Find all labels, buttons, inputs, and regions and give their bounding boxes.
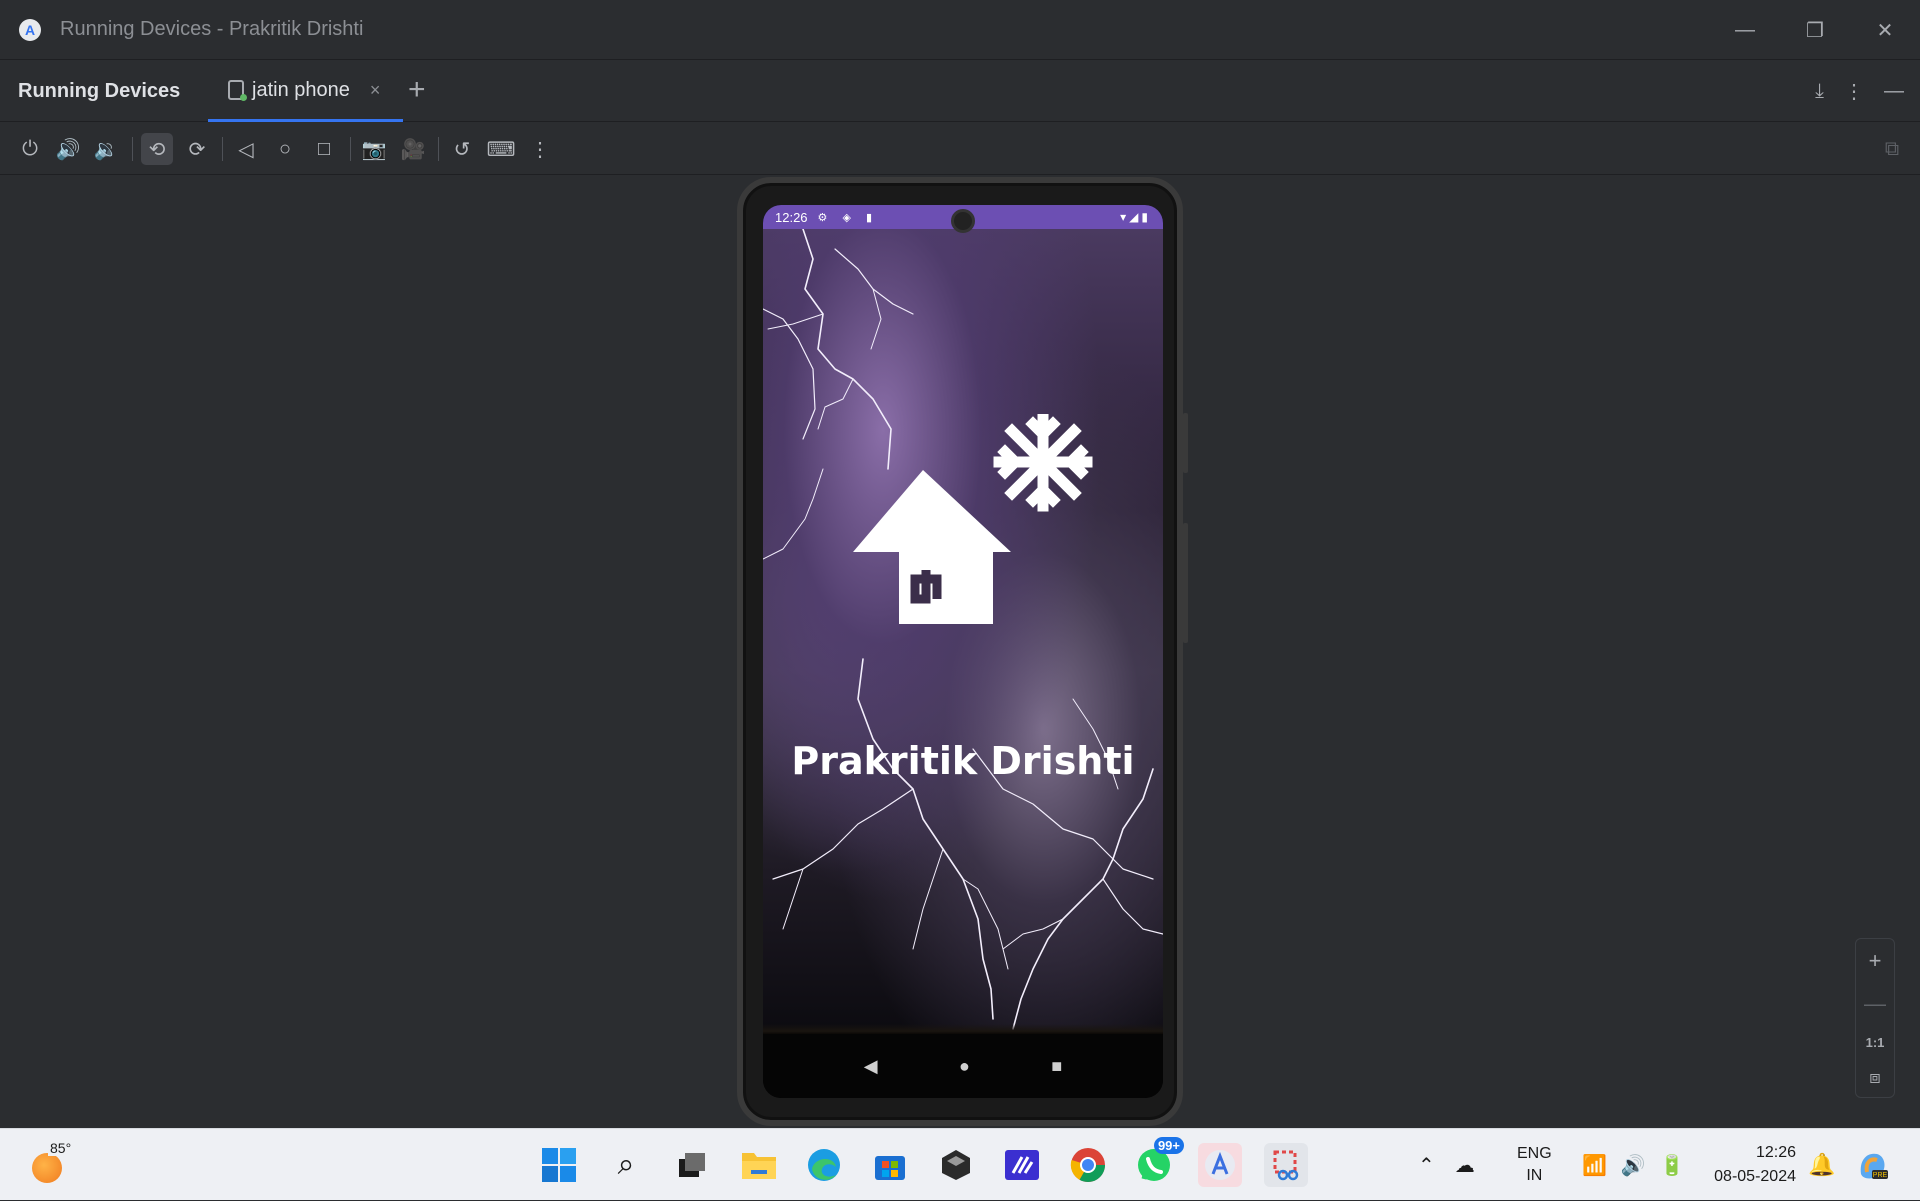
window-title: Running Devices - Prakritik Drishti [60, 18, 364, 40]
back-icon[interactable]: ◁ [230, 133, 262, 165]
clock[interactable]: 12:26 08-05-2024 [1700, 1129, 1796, 1201]
weather-temperature: 85° [48, 1140, 74, 1156]
nav-recents-button[interactable]: ■ [1051, 1056, 1062, 1077]
system-tray: ⌃ ☁ [1418, 1129, 1475, 1201]
lightning-background-image: Prakritik Drishti [763, 229, 1163, 1036]
zoom-in-button[interactable]: + [1869, 948, 1882, 974]
zoom-actual-size-button[interactable]: 1:1 [1866, 1035, 1885, 1050]
toolbar-divider [222, 137, 223, 161]
device-toolbar: ⏻ 🔊 🔉 ⟲ ⟳ ◁ ○ □ 📷 🎥 ↺ ⌨ ⋮ ⧉ [0, 123, 1920, 175]
panel-title: Running Devices [18, 79, 181, 102]
rotate-right-icon[interactable]: ⟳ [181, 133, 213, 165]
tab-jatin-phone[interactable]: jatin phone × [208, 61, 403, 122]
clock-time: 12:26 [1755, 1144, 1796, 1161]
toolbar-divider [132, 137, 133, 161]
battery-icon: 🔋 [1659, 1154, 1685, 1177]
notification-bell-icon[interactable]: 🔔 [1808, 1129, 1835, 1201]
wifi-icon: 📶 [1582, 1154, 1607, 1177]
svg-text:PRE: PRE [1873, 1172, 1888, 1179]
microsoft-store-icon[interactable] [868, 1143, 912, 1187]
rotate-left-icon[interactable]: ⟲ [141, 133, 173, 165]
device-frame: Prakritik Drishti 12:26 ⚙ ◈ ▮ ▾◢▮ ◀ ● ■ [737, 177, 1188, 1126]
weather-sun-icon [32, 1153, 62, 1183]
zoom-controls: + — 1:1 ⧈ [1855, 938, 1895, 1098]
device-icon [228, 80, 247, 101]
tab-close-icon[interactable]: × [370, 80, 381, 101]
toolbar-divider [350, 137, 351, 161]
reset-icon[interactable]: ↺ [446, 133, 478, 165]
task-view-icon[interactable] [670, 1143, 714, 1187]
nav-home-button[interactable]: ● [959, 1056, 970, 1077]
more-icon[interactable]: ⋮ [524, 133, 556, 165]
add-device-button[interactable]: + [408, 75, 426, 105]
minimize-panel-icon[interactable]: — [1884, 80, 1904, 103]
zoom-out-button[interactable]: — [1864, 991, 1886, 1017]
clock-date: 08-05-2024 [1714, 1168, 1796, 1185]
hide-panel-icon[interactable]: ⤓ [1815, 80, 1824, 103]
quick-settings[interactable]: 📶 🔊 🔋 [1582, 1129, 1685, 1201]
status-system-icons: ▾◢▮ [1120, 210, 1151, 224]
status-time: 12:26 [775, 209, 808, 225]
show-hidden-icons-chevron-icon[interactable]: ⌃ [1418, 1153, 1435, 1178]
snipping-tool-icon[interactable] [1264, 1143, 1308, 1187]
android-studio-taskbar-icon[interactable] [1198, 1143, 1242, 1187]
volume-down-icon[interactable]: 🔉 [90, 133, 122, 165]
windows-logo-icon [542, 1148, 576, 1182]
language-indicator[interactable]: ENG IN [1517, 1129, 1552, 1201]
power-icon[interactable]: ⏻ [14, 133, 46, 165]
file-explorer-icon[interactable] [737, 1143, 781, 1187]
weather-widget[interactable]: 85° [30, 1140, 74, 1187]
screen-record-icon[interactable]: 🎥 [397, 133, 429, 165]
restore-button[interactable]: ❐ [1780, 0, 1850, 60]
device-screen[interactable]: Prakritik Drishti 12:26 ⚙ ◈ ▮ ▾◢▮ ◀ ● ■ [763, 205, 1163, 1098]
onedrive-cloud-icon[interactable]: ☁ [1455, 1153, 1475, 1178]
home-icon[interactable]: ○ [269, 133, 301, 165]
language-region: IN [1526, 1167, 1543, 1184]
windows-taskbar: 85° ⌕ 99+ ⌃ ☁ ENG IN 📶 🔊 🔋 12:26 08-05-2… [0, 1128, 1920, 1200]
front-camera [951, 209, 975, 233]
nav-back-button[interactable]: ◀ [864, 1056, 878, 1077]
toolbar-divider [438, 137, 439, 161]
title-bar: A Running Devices - Prakritik Drishti — … [0, 0, 1920, 60]
screenshot-icon[interactable]: 📷 [358, 133, 390, 165]
overview-icon[interactable]: □ [308, 133, 340, 165]
whatsapp-notification-badge: 99+ [1153, 1137, 1184, 1154]
start-button[interactable] [537, 1143, 581, 1187]
minimize-button[interactable]: — [1710, 0, 1780, 60]
window-controls: — ❐ ✕ [1710, 0, 1920, 60]
android-studio-logo-icon: A [19, 18, 41, 41]
search-icon[interactable]: ⌕ [604, 1143, 648, 1187]
edge-browser-icon[interactable] [802, 1143, 846, 1187]
whatsapp-icon[interactable]: 99+ [1132, 1137, 1184, 1187]
keyboard-icon[interactable]: ⌨ [485, 133, 517, 165]
panel-header: Running Devices jatin phone × + ⤓ ⋮ — [0, 61, 1920, 122]
close-window-button[interactable]: ✕ [1850, 0, 1920, 60]
device-mirroring-icon[interactable]: ⧉ [1876, 133, 1908, 165]
more-options-icon[interactable]: ⋮ [1844, 79, 1864, 104]
chrome-icon[interactable] [1066, 1143, 1110, 1187]
speaker-icon: 🔊 [1620, 1154, 1646, 1177]
zoom-fit-icon[interactable]: ⧈ [1869, 1067, 1880, 1088]
tab-label: jatin phone [252, 78, 350, 101]
volume-rocker [1183, 523, 1188, 643]
visual-studio-icon[interactable] [1000, 1143, 1044, 1187]
language-code: ENG [1517, 1145, 1552, 1162]
copilot-icon[interactable]: PRE [1850, 1143, 1894, 1187]
app-logo-house-snowflake [853, 414, 1093, 624]
status-notification-icons: ⚙ ◈ ▮ [817, 211, 879, 224]
volume-up-icon[interactable]: 🔊 [52, 133, 84, 165]
power-button [1183, 413, 1188, 473]
android-nav-bar: ◀ ● ■ [763, 1034, 1163, 1098]
panel-header-actions: ⤓ ⋮ — [1815, 61, 1920, 122]
app-name-label: Prakritik Drishti [791, 739, 1135, 783]
unity-hub-icon[interactable] [934, 1143, 978, 1187]
